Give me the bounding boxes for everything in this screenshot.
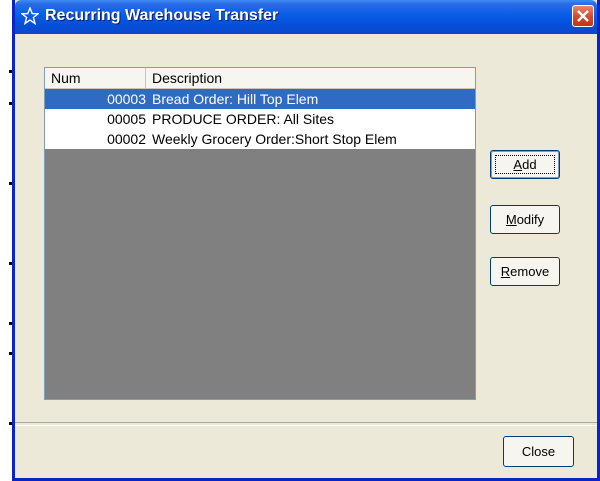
modify-mnemonic: M — [505, 212, 517, 227]
recurring-warehouse-transfer-dialog: Recurring Warehouse Transfer Num Descrip… — [12, 0, 600, 481]
row-description: PRODUCE ORDER: All Sites — [152, 111, 335, 127]
footer-separator — [15, 422, 597, 426]
remove-mnemonic: R — [500, 264, 511, 279]
close-x-icon — [577, 10, 589, 22]
remove-label: emove — [510, 264, 550, 279]
row-num: 00002 — [107, 131, 146, 147]
modify-button[interactable]: Modify — [490, 205, 560, 234]
list-row[interactable]: 00003 Bread Order: Hill Top Elem — [45, 89, 475, 109]
modify-label: odify — [516, 212, 545, 227]
row-description: Weekly Grocery Order:Short Stop Elem — [152, 131, 397, 147]
star-outline-icon — [20, 6, 40, 26]
focus-rectangle — [495, 155, 555, 174]
column-header-num[interactable]: Num — [45, 68, 146, 88]
row-description: Bread Order: Hill Top Elem — [152, 91, 319, 107]
remove-button[interactable]: Remove — [490, 257, 560, 286]
transfer-list[interactable]: Num Description 00003 Bread Order: Hill … — [44, 67, 476, 400]
close-button[interactable]: Close — [503, 436, 574, 467]
row-num: 00005 — [107, 111, 146, 127]
row-num: 00003 — [107, 91, 146, 107]
column-header-description[interactable]: Description — [146, 68, 475, 88]
window-title: Recurring Warehouse Transfer — [45, 7, 279, 24]
list-row[interactable]: 00005 PRODUCE ORDER: All Sites — [45, 109, 475, 129]
title-bar[interactable]: Recurring Warehouse Transfer — [15, 0, 597, 34]
list-row[interactable]: 00002 Weekly Grocery Order:Short Stop El… — [45, 129, 475, 149]
add-button[interactable]: Add — [490, 150, 560, 179]
list-header: Num Description — [45, 68, 475, 89]
background-edge — [0, 0, 12, 481]
close-window-button[interactable] — [572, 5, 594, 27]
